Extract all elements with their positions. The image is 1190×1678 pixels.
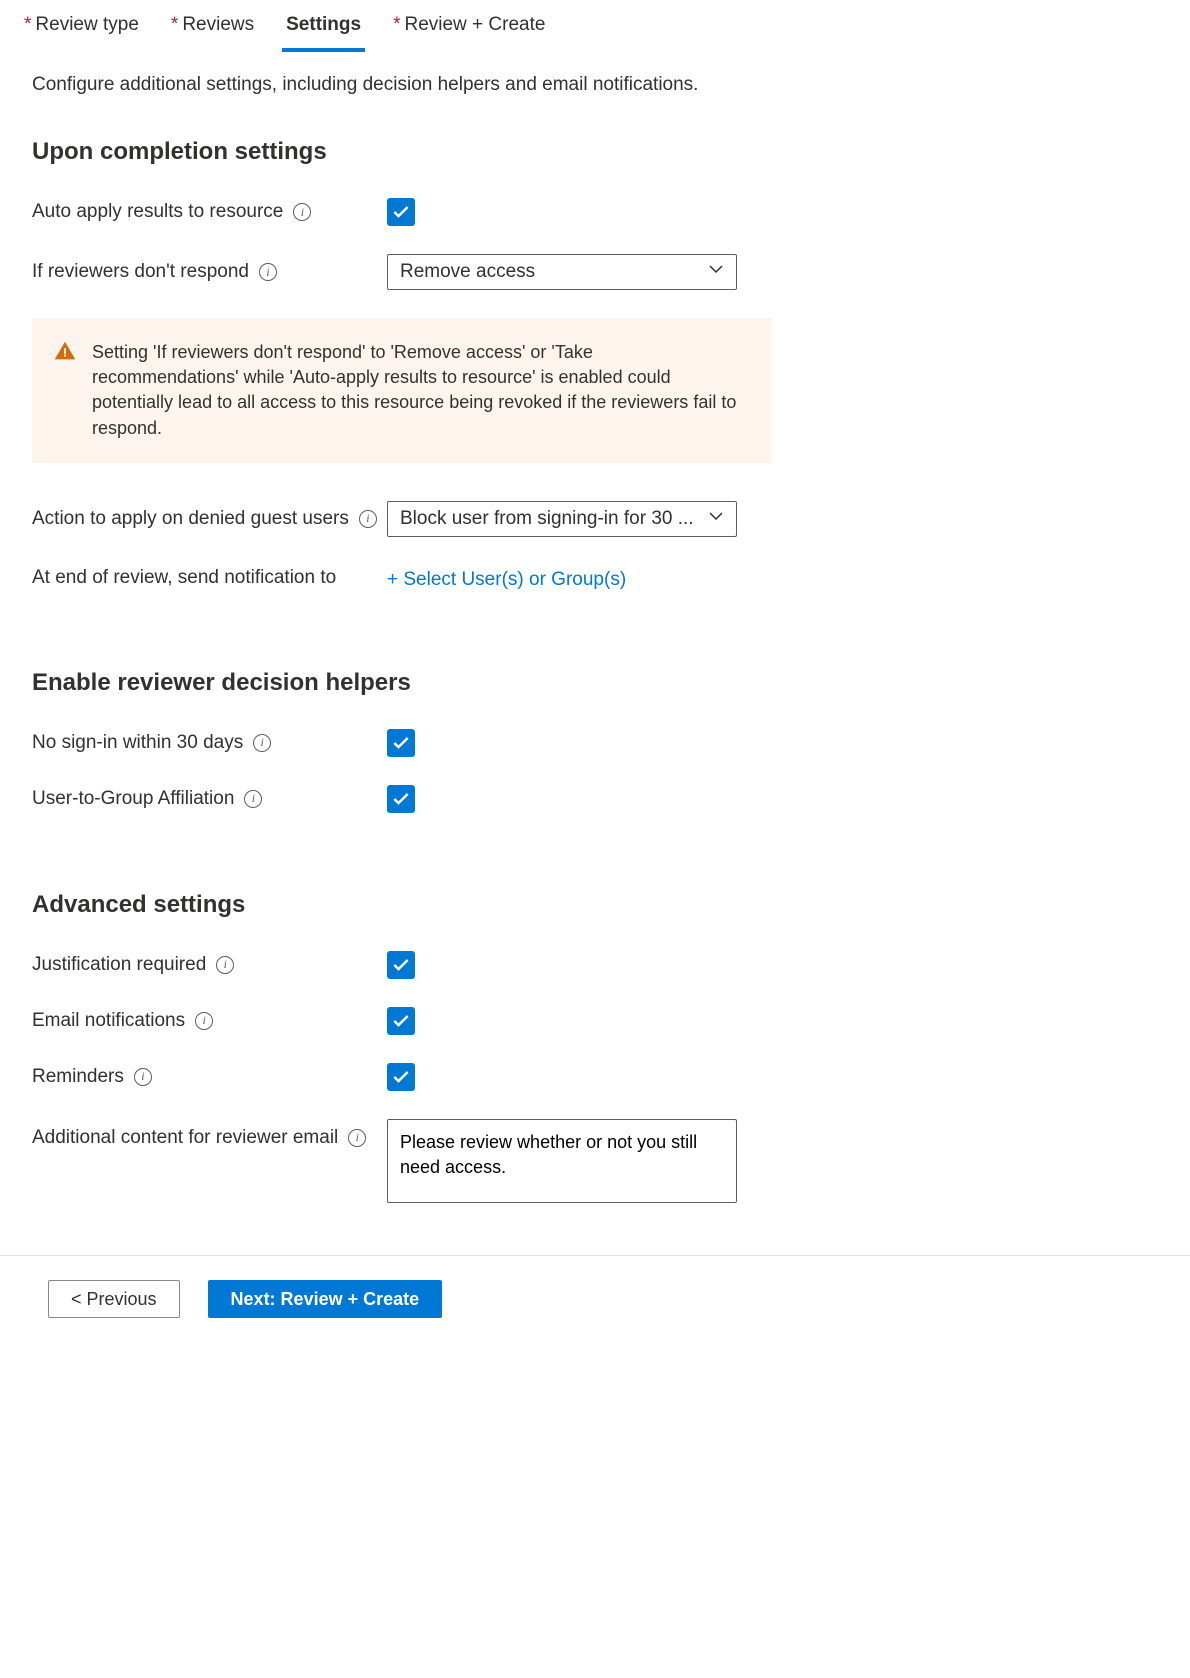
info-icon[interactable]: i [253, 734, 271, 752]
row-denied-guest: Action to apply on denied guest users i … [32, 501, 1158, 537]
no-signin-label: No sign-in within 30 days [32, 732, 243, 754]
completion-heading: Upon completion settings [32, 138, 1158, 166]
warning-icon [54, 340, 76, 441]
affiliation-label: User-to-Group Affiliation [32, 788, 234, 810]
row-no-signin: No sign-in within 30 days i [32, 729, 1158, 757]
dropdown-value: Remove access [400, 261, 708, 283]
chevron-down-icon [708, 261, 724, 283]
denied-guest-dropdown[interactable]: Block user from signing-in for 30 ... [387, 501, 737, 537]
justification-checkbox[interactable] [387, 951, 415, 979]
reminders-checkbox[interactable] [387, 1063, 415, 1091]
auto-apply-label: Auto apply results to resource [32, 201, 283, 223]
notify-label: At end of review, send notification to [32, 567, 336, 589]
denied-guest-label: Action to apply on denied guest users [32, 508, 349, 530]
reminders-label: Reminders [32, 1066, 124, 1088]
chevron-down-icon [708, 508, 724, 530]
additional-content-label: Additional content for reviewer email [32, 1127, 338, 1149]
check-icon [391, 789, 411, 809]
justification-label: Justification required [32, 954, 206, 976]
no-signin-checkbox[interactable] [387, 729, 415, 757]
tab-settings[interactable]: Settings [282, 14, 365, 52]
no-respond-label: If reviewers don't respond [32, 261, 249, 283]
check-icon [391, 955, 411, 975]
tab-review-create[interactable]: *Review + Create [389, 14, 549, 52]
check-icon [391, 733, 411, 753]
dropdown-value: Block user from signing-in for 30 ... [400, 508, 708, 530]
row-email: Email notifications i [32, 1007, 1158, 1035]
row-additional-content: Additional content for reviewer email i [32, 1119, 1158, 1203]
helpers-heading: Enable reviewer decision helpers [32, 669, 1158, 697]
wizard-tabs: *Review type *Reviews Settings *Review +… [0, 0, 1190, 52]
email-label: Email notifications [32, 1010, 185, 1032]
warning-text: Setting 'If reviewers don't respond' to … [92, 340, 744, 441]
auto-apply-checkbox[interactable] [387, 198, 415, 226]
info-icon[interactable]: i [216, 956, 234, 974]
affiliation-checkbox[interactable] [387, 785, 415, 813]
row-reminders: Reminders i [32, 1063, 1158, 1091]
check-icon [391, 1067, 411, 1087]
next-button[interactable]: Next: Review + Create [208, 1280, 443, 1318]
email-checkbox[interactable] [387, 1007, 415, 1035]
warning-alert: Setting 'If reviewers don't respond' to … [32, 318, 772, 463]
info-icon[interactable]: i [244, 790, 262, 808]
row-auto-apply: Auto apply results to resource i [32, 198, 1158, 226]
row-affiliation: User-to-Group Affiliation i [32, 785, 1158, 813]
previous-button[interactable]: < Previous [48, 1280, 180, 1318]
settings-panel: Configure additional settings, including… [0, 52, 1190, 1203]
tab-review-type[interactable]: *Review type [20, 14, 143, 52]
info-icon[interactable]: i [134, 1068, 152, 1086]
row-no-respond: If reviewers don't respond i Remove acce… [32, 254, 1158, 290]
no-respond-dropdown[interactable]: Remove access [387, 254, 737, 290]
additional-content-textarea[interactable] [387, 1119, 737, 1203]
intro-text: Configure additional settings, including… [32, 74, 1158, 96]
info-icon[interactable]: i [359, 510, 377, 528]
row-notify: At end of review, send notification to +… [32, 565, 1158, 591]
tab-reviews[interactable]: *Reviews [167, 14, 258, 52]
check-icon [391, 202, 411, 222]
wizard-footer: < Previous Next: Review + Create [0, 1255, 1190, 1318]
check-icon [391, 1011, 411, 1031]
select-users-link[interactable]: + Select User(s) or Group(s) [387, 565, 626, 591]
info-icon[interactable]: i [195, 1012, 213, 1030]
info-icon[interactable]: i [348, 1129, 366, 1147]
info-icon[interactable]: i [293, 203, 311, 221]
advanced-heading: Advanced settings [32, 891, 1158, 919]
info-icon[interactable]: i [259, 263, 277, 281]
row-justification: Justification required i [32, 951, 1158, 979]
